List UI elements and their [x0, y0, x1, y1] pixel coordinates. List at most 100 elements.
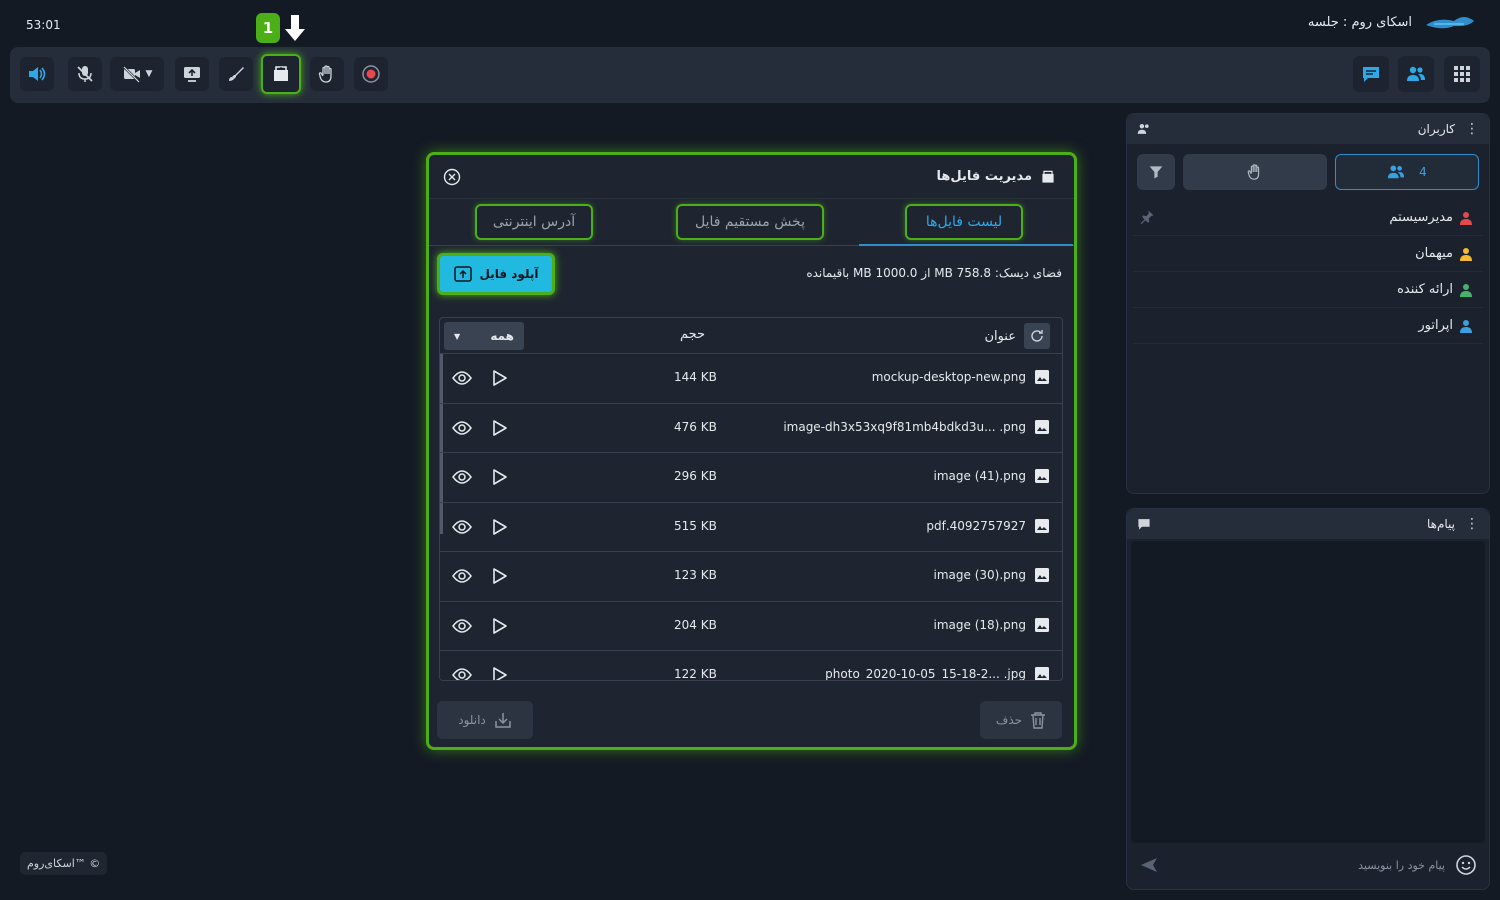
- step-number: 1: [256, 13, 280, 43]
- raise-hand-button[interactable]: [310, 57, 344, 91]
- speaker-button[interactable]: [20, 57, 54, 91]
- table-row[interactable]: 144 KB mockup-desktop-new.png: [440, 354, 1062, 404]
- table-row[interactable]: 204 KB image (18).png: [440, 602, 1062, 651]
- room-title: اسکای روم : جلسه: [1308, 11, 1476, 33]
- play-icon[interactable]: [492, 617, 508, 635]
- modal-title-text: مدیریت فایل‌ها: [936, 169, 1032, 184]
- raised-hands-tab[interactable]: [1183, 154, 1327, 190]
- chat-icon: [1363, 67, 1379, 82]
- file-name: image (18).png: [933, 617, 1026, 632]
- file-size: 515 KB: [674, 518, 717, 533]
- microphone-button[interactable]: [68, 57, 102, 91]
- file-name: image-dh3x53xq9f81mb4bdkd3u... .png: [783, 419, 1026, 434]
- file-name-cell: image (41).png: [934, 468, 1050, 484]
- user-row-guest[interactable]: میهمان: [1133, 236, 1483, 272]
- users-icon: [1407, 66, 1425, 81]
- image-file-icon: [1034, 567, 1050, 583]
- preview-eye-icon[interactable]: [452, 518, 472, 536]
- file-manager-button[interactable]: [261, 54, 301, 94]
- user-name: میهمان: [1415, 246, 1453, 261]
- image-file-icon: [1034, 419, 1050, 435]
- preview-eye-icon[interactable]: [452, 419, 472, 437]
- play-icon[interactable]: [492, 567, 508, 585]
- file-size: 476 KB: [674, 419, 717, 434]
- user-row-operator[interactable]: اپراتور: [1133, 308, 1483, 344]
- tab-internet-address[interactable]: آدرس اینترنتی: [475, 204, 593, 240]
- table-row[interactable]: 515 KB 4092757927.pdf: [440, 503, 1062, 552]
- filter-icon: [1149, 166, 1163, 179]
- refresh-icon: [1031, 330, 1043, 342]
- file-name: photo_2020-10-05_15-18-2... .jpg: [825, 667, 1026, 681]
- preview-eye-icon[interactable]: [452, 369, 472, 387]
- all-users-tab[interactable]: 4: [1335, 154, 1479, 190]
- play-icon[interactable]: [492, 518, 508, 536]
- user-icon: [1460, 283, 1472, 297]
- type-filter-select[interactable]: همه ▼: [444, 322, 524, 350]
- camera-button[interactable]: ▼: [110, 57, 164, 91]
- skyroom-logo-icon: [1426, 17, 1474, 29]
- messages-panel-header: ⋮ پیام‌ها: [1127, 509, 1489, 539]
- download-icon: [495, 713, 511, 728]
- preview-eye-icon[interactable]: [452, 468, 472, 486]
- close-icon[interactable]: [443, 168, 461, 186]
- play-icon[interactable]: [492, 419, 508, 437]
- whiteboard-button[interactable]: [219, 57, 253, 91]
- file-name-cell: image (30).png: [934, 567, 1050, 583]
- table-row[interactable]: 296 KB image (41).png: [440, 453, 1062, 503]
- messages-panel-title: پیام‌ها: [1426, 517, 1455, 531]
- table-row[interactable]: 122 KB photo_2020-10-05_15-18-2... .jpg: [440, 651, 1062, 681]
- table-row[interactable]: 476 KB image-dh3x53xq9f81mb4bdkd3u... .pn…: [440, 404, 1062, 453]
- record-icon: [362, 65, 380, 83]
- brush-icon: [229, 67, 244, 81]
- download-button[interactable]: دانلود: [437, 701, 533, 739]
- step-marker: 1: [256, 13, 306, 43]
- user-name: مدیرسیستم: [1389, 210, 1453, 225]
- apps-grid-icon: [1454, 66, 1470, 82]
- user-row-admin[interactable]: مدیرسیستم: [1133, 200, 1483, 236]
- chevron-down-icon: ▼: [454, 331, 461, 341]
- more-options-icon[interactable]: ⋮: [1465, 121, 1479, 137]
- file-size: 123 KB: [674, 568, 717, 582]
- users-panel-header: ⋮ کاربران: [1127, 114, 1489, 144]
- preview-eye-icon[interactable]: [452, 666, 472, 680]
- users-count: 4: [1419, 165, 1427, 179]
- emoji-icon[interactable]: [1455, 854, 1477, 876]
- play-icon[interactable]: [492, 369, 508, 387]
- user-icon: [1460, 211, 1472, 225]
- upload-label: آپلود فایل: [479, 267, 539, 281]
- tab-file-list[interactable]: لیست فایل‌ها: [905, 204, 1023, 240]
- play-icon[interactable]: [492, 468, 508, 486]
- pin-icon[interactable]: [1139, 209, 1155, 225]
- more-options-icon[interactable]: ⋮: [1465, 516, 1479, 532]
- file-name-cell: image (18).png: [934, 617, 1050, 633]
- upload-file-button[interactable]: آپلود فایل: [437, 253, 555, 295]
- chat-toggle-button[interactable]: [1353, 56, 1389, 92]
- send-icon[interactable]: [1139, 855, 1159, 875]
- image-file-icon: [1034, 518, 1050, 534]
- chat-small-icon: [1138, 519, 1150, 530]
- play-icon[interactable]: [492, 666, 508, 680]
- file-name-cell: photo_2020-10-05_15-18-2... .jpg: [825, 666, 1050, 681]
- refresh-button[interactable]: [1024, 323, 1050, 349]
- tab-direct-playback[interactable]: پخش مستقیم فایل: [676, 204, 824, 240]
- screen-share-button[interactable]: [175, 57, 209, 91]
- record-button[interactable]: [354, 57, 388, 91]
- user-row-presenter[interactable]: ارائه کننده: [1133, 272, 1483, 308]
- delete-button[interactable]: حذف: [980, 701, 1062, 739]
- users-toggle-button[interactable]: [1398, 56, 1434, 92]
- files-table: همه ▼ حجم عنوان 144 KB mockup-desktop-new…: [439, 317, 1063, 681]
- column-title: عنوان: [984, 328, 1016, 344]
- image-file-icon: [1034, 369, 1050, 385]
- filter-button[interactable]: [1137, 154, 1175, 190]
- users-panel-title: کاربران: [1417, 122, 1455, 136]
- apps-menu-button[interactable]: [1444, 56, 1480, 92]
- screen-share-icon: [184, 67, 200, 82]
- type-filter-value: همه: [490, 329, 514, 343]
- column-size: حجم: [680, 327, 706, 342]
- preview-eye-icon[interactable]: [452, 617, 472, 635]
- table-row[interactable]: 123 KB image (30).png: [440, 552, 1062, 602]
- preview-eye-icon[interactable]: [452, 567, 472, 585]
- message-input[interactable]: پیام خود را بنویسید: [1133, 847, 1483, 883]
- file-name-cell: 4092757927.pdf: [926, 518, 1050, 534]
- file-name-cell: mockup-desktop-new.png: [872, 369, 1050, 385]
